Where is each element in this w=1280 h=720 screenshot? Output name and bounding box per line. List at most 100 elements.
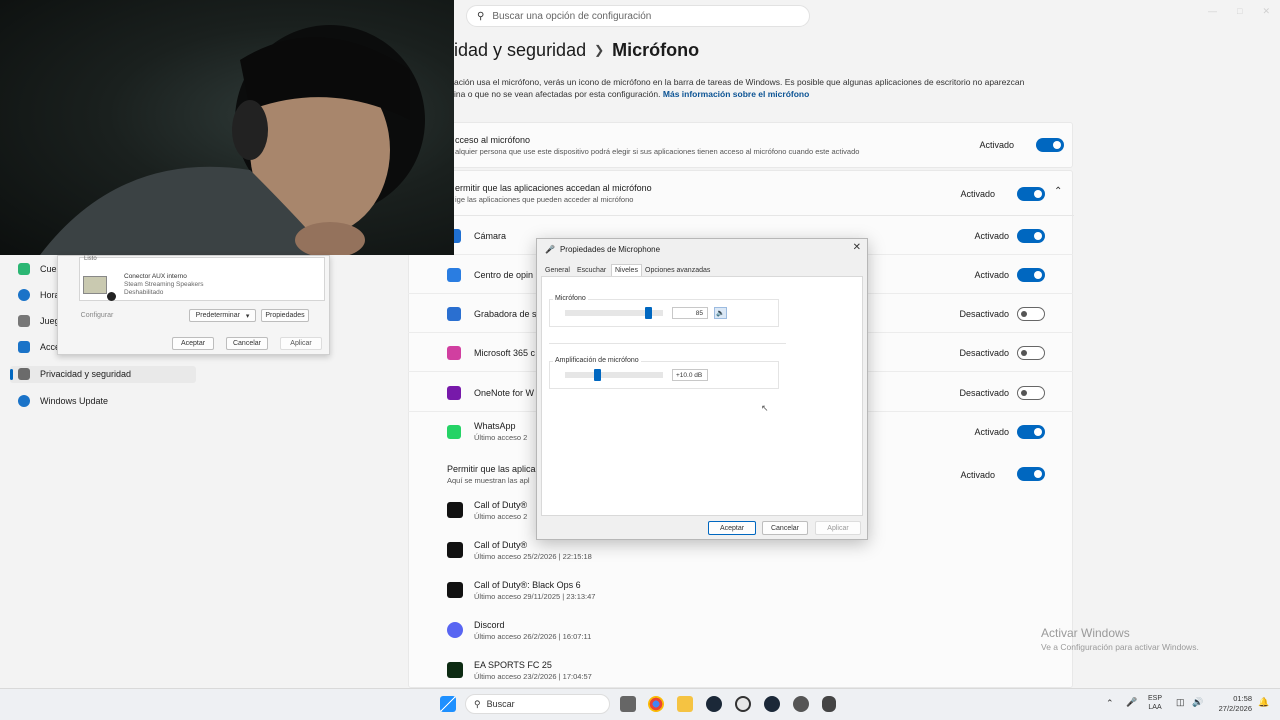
divider (409, 215, 1074, 216)
app-toggle[interactable] (1017, 307, 1045, 321)
desktop-app-name: Call of Duty®: Black Ops 6 (474, 580, 581, 590)
nav-item-privacy[interactable]: Privacidad y seguridad (18, 368, 131, 380)
network-icon[interactable]: ◫ (1176, 697, 1185, 708)
tab-levels[interactable]: Niveles (611, 264, 642, 276)
mic-access-state: Activado (979, 140, 1014, 150)
more-info-link[interactable]: Más información sobre el micrófono (663, 89, 809, 99)
boost-level-slider[interactable] (565, 372, 663, 378)
app-name: Centro de opin (474, 270, 534, 280)
mic-accept-button[interactable]: Aceptar (708, 521, 756, 535)
boost-level-value: +10.0 dB (672, 369, 708, 381)
microphone-app-icon[interactable] (822, 696, 836, 712)
device-list[interactable]: Listo Conector AUX interno Steam Streami… (79, 256, 325, 301)
recorder-icon (447, 307, 461, 321)
microphone-icon: 🎤 (545, 244, 555, 254)
desktop-app-last-access: Último acceso 25/2/2026 | 22:15:18 (474, 552, 592, 561)
accessibility-icon (18, 341, 30, 353)
apps-access-state: Activado (960, 189, 995, 199)
app-name: OneNote for W (474, 388, 535, 398)
dialog-titlebar: 🎤 Propiedades de Microphone (537, 239, 867, 259)
language-indicator[interactable]: ESP LAA (1148, 694, 1162, 712)
nav-item-time[interactable]: Hora (18, 289, 60, 301)
disabled-badge-icon (107, 292, 116, 301)
app-toggle[interactable] (1017, 346, 1045, 360)
task-view-icon[interactable] (620, 696, 636, 712)
desktop-apps-header: Permitir que las aplica Aquí se muestran… (447, 464, 536, 485)
taskbar-search[interactable]: ⚲ Buscar (465, 694, 610, 714)
properties-button[interactable]: Propiedades (261, 309, 309, 322)
mouse-cursor-icon: ↖ (761, 403, 769, 413)
chevron-up-icon[interactable]: ⌃ (1054, 186, 1062, 197)
maximize-icon[interactable]: □ (1237, 6, 1242, 17)
steam-icon[interactable] (764, 696, 780, 712)
dialog-title: Propiedades de Microphone (559, 244, 661, 254)
app-toggle[interactable] (1017, 268, 1045, 282)
tab-advanced[interactable]: Opciones avanzadas (645, 267, 710, 274)
boost-level-label: Amplificación de micrófono (553, 357, 641, 364)
whatsapp-icon (447, 425, 461, 439)
breadcrumb-parent[interactable]: idad y seguridad (454, 40, 586, 60)
app-name: Cámara (474, 231, 507, 241)
close-icon[interactable]: ✕ (853, 242, 861, 253)
steam-icon[interactable] (706, 696, 722, 712)
tab-listen[interactable]: Escuchar (577, 267, 606, 274)
apps-access-toggle[interactable] (1017, 187, 1045, 201)
chevron-up-icon[interactable]: ⌃ (1106, 698, 1114, 709)
microphone-tray-icon[interactable]: 🎤 (1126, 697, 1137, 708)
speaker-mute-icon[interactable]: 🔈 (714, 307, 727, 319)
sound-apply-button[interactable]: Aplicar (280, 337, 322, 350)
settings-gear-icon[interactable] (793, 696, 809, 712)
app-name: WhatsApp (474, 421, 516, 431)
file-explorer-icon[interactable] (677, 696, 693, 712)
desktop-app-name: Discord (474, 620, 505, 630)
time-icon (18, 289, 30, 301)
apps-access-sub: ige las aplicaciones que pueden acceder … (455, 195, 634, 204)
webcam-image (40, 25, 425, 258)
mic-access-toggle[interactable] (1036, 138, 1064, 152)
app-toggle[interactable] (1017, 386, 1045, 400)
settings-search[interactable]: ⚲ Buscar una opción de configuración (466, 5, 810, 27)
app-state: Activado (974, 231, 1009, 241)
app-toggle[interactable] (1017, 229, 1045, 243)
close-icon[interactable]: ✕ (1262, 6, 1270, 17)
tab-general[interactable]: General (545, 267, 570, 274)
desktop-apps-toggle[interactable] (1017, 467, 1045, 481)
search-placeholder: Buscar una opción de configuración (492, 10, 652, 22)
onenote-icon (447, 386, 461, 400)
start-icon[interactable] (440, 696, 456, 712)
mic-apply-button[interactable]: Aplicar (815, 521, 861, 535)
chrome-icon[interactable] (648, 696, 664, 712)
desktop-app-name: Call of Duty® (474, 540, 528, 550)
speaker-device-icon (83, 276, 107, 294)
sound-accept-button[interactable]: Aceptar (172, 337, 214, 350)
desktop-app-last-access: Último acceso 29/11/2025 | 23:13:47 (474, 592, 596, 601)
mic-level-label: Micrófono (553, 295, 588, 302)
app-state: Desactivado (959, 388, 1009, 398)
ea-sports-icon (447, 662, 463, 678)
nav-item-windows-update[interactable]: Windows Update (18, 395, 108, 407)
feedback-icon (447, 268, 461, 282)
search-icon: ⚲ (477, 10, 485, 22)
mic-level-thumb[interactable] (645, 307, 653, 319)
sound-cancel-button[interactable]: Cancelar (226, 337, 268, 350)
nav-item-gaming[interactable]: Jueg (18, 315, 60, 327)
nav-item-accessibility[interactable]: Acce (18, 341, 60, 353)
volume-icon[interactable]: 🔊 (1192, 697, 1203, 708)
mic-level-value[interactable]: 85 (672, 307, 708, 319)
notification-icon[interactable]: 🔔 (1258, 697, 1269, 708)
app-toggle[interactable] (1017, 425, 1045, 439)
app-name: Grabadora de s (474, 309, 537, 319)
configure-button[interactable]: Configurar (77, 309, 117, 322)
clock[interactable]: 01:58 27/2/2026 (1212, 694, 1252, 714)
call-of-duty-icon (447, 542, 463, 558)
boost-level-thumb[interactable] (594, 369, 602, 381)
call-of-duty-icon (447, 582, 463, 598)
discord-icon (447, 622, 463, 638)
mic-cancel-button[interactable]: Cancelar (762, 521, 808, 535)
set-default-button[interactable]: Predeterminar ▾ (189, 309, 256, 322)
app-icon[interactable] (735, 696, 751, 712)
app-state: Desactivado (959, 309, 1009, 319)
minimize-icon[interactable]: — (1208, 6, 1217, 17)
nav-item-accounts[interactable]: Cue (18, 263, 57, 275)
search-icon: ⚲ (474, 698, 481, 709)
